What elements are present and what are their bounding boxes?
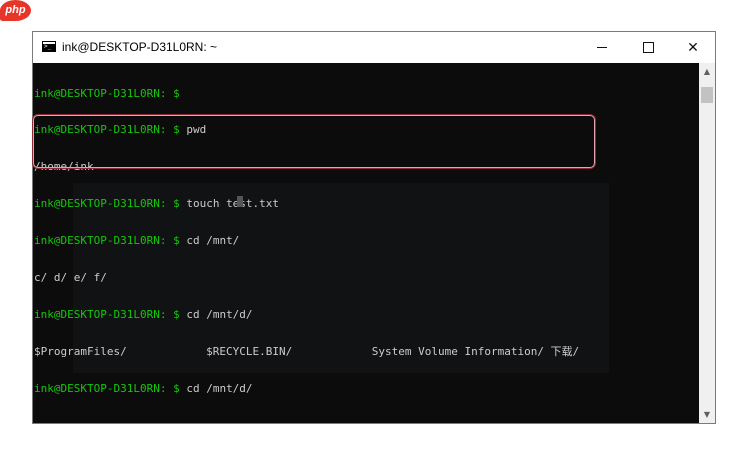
console-line: $ProgramFiles/ $RECYCLE.BIN/ System Volu… xyxy=(34,346,579,358)
arrow-up-icon[interactable]: ▲ xyxy=(699,63,715,80)
vertical-scrollbar[interactable]: ▲ ▼ xyxy=(699,63,715,423)
console-lines: ink@DESKTOP-D31L0RN: $ ink@DESKTOP-D31L0… xyxy=(33,63,579,420)
console-output[interactable]: ink@DESKTOP-D31L0RN: $ ink@DESKTOP-D31L0… xyxy=(33,63,699,423)
terminal-window: ink@DESKTOP-D31L0RN: ~ ✕ ink@DESKTOP-D31… xyxy=(32,31,716,424)
console-line: ink@DESKTOP-D31L0RN: $ pwd xyxy=(34,124,579,136)
shell-prompt: ink@DESKTOP-D31L0RN: $ xyxy=(34,124,187,137)
minimize-button[interactable] xyxy=(579,32,625,63)
console-line: c/ d/ e/ f/ xyxy=(34,272,579,284)
shell-prompt: ink@DESKTOP-D31L0RN: $ xyxy=(34,308,187,321)
maximize-button[interactable] xyxy=(625,32,671,63)
command-text: pwd xyxy=(186,124,207,137)
arrow-down-icon[interactable]: ▼ xyxy=(699,406,715,423)
console-line: ink@DESKTOP-D31L0RN: $ cd /mnt/ xyxy=(34,235,579,247)
command-text: cd /mnt/d/ xyxy=(186,382,253,395)
text-cursor xyxy=(237,196,243,207)
close-icon: ✕ xyxy=(687,39,699,56)
php-logo: php xyxy=(0,0,31,21)
console-line: ink@DESKTOP-D31L0RN: $ touch test.txt xyxy=(34,198,579,210)
title-bar[interactable]: ink@DESKTOP-D31L0RN: ~ ✕ xyxy=(33,32,715,63)
command-text: touch test.txt xyxy=(186,198,280,211)
maximize-icon xyxy=(642,42,654,53)
scrollbar-thumb[interactable] xyxy=(701,87,713,103)
shell-prompt: ink@DESKTOP-D31L0RN: $ xyxy=(34,382,187,395)
output-text: /home/ink xyxy=(34,161,94,174)
command-text: cd /mnt/ xyxy=(186,235,240,248)
window-title: ink@DESKTOP-D31L0RN: ~ xyxy=(62,40,218,54)
console-line: ink@DESKTOP-D31L0RN: $ cd /mnt/d/ xyxy=(34,383,579,395)
output-text: $ProgramFiles/ $RECYCLE.BIN/ System Volu… xyxy=(34,345,580,358)
shell-prompt: ink@DESKTOP-D31L0RN: $ xyxy=(34,87,187,100)
command-text: cd /mnt/d/ xyxy=(186,308,253,321)
close-button[interactable]: ✕ xyxy=(670,32,716,63)
minimize-icon xyxy=(597,47,607,48)
console-line: ink@DESKTOP-D31L0RN: $ xyxy=(34,88,579,100)
terminal-icon xyxy=(42,41,56,52)
console-line: /home/ink xyxy=(34,161,579,173)
output-text: c/ d/ e/ f/ xyxy=(34,272,107,285)
shell-prompt: ink@DESKTOP-D31L0RN: $ xyxy=(34,198,187,211)
shell-prompt: ink@DESKTOP-D31L0RN: $ xyxy=(34,235,187,248)
console-line: ink@DESKTOP-D31L0RN: $ cd /mnt/d/ xyxy=(34,309,579,321)
